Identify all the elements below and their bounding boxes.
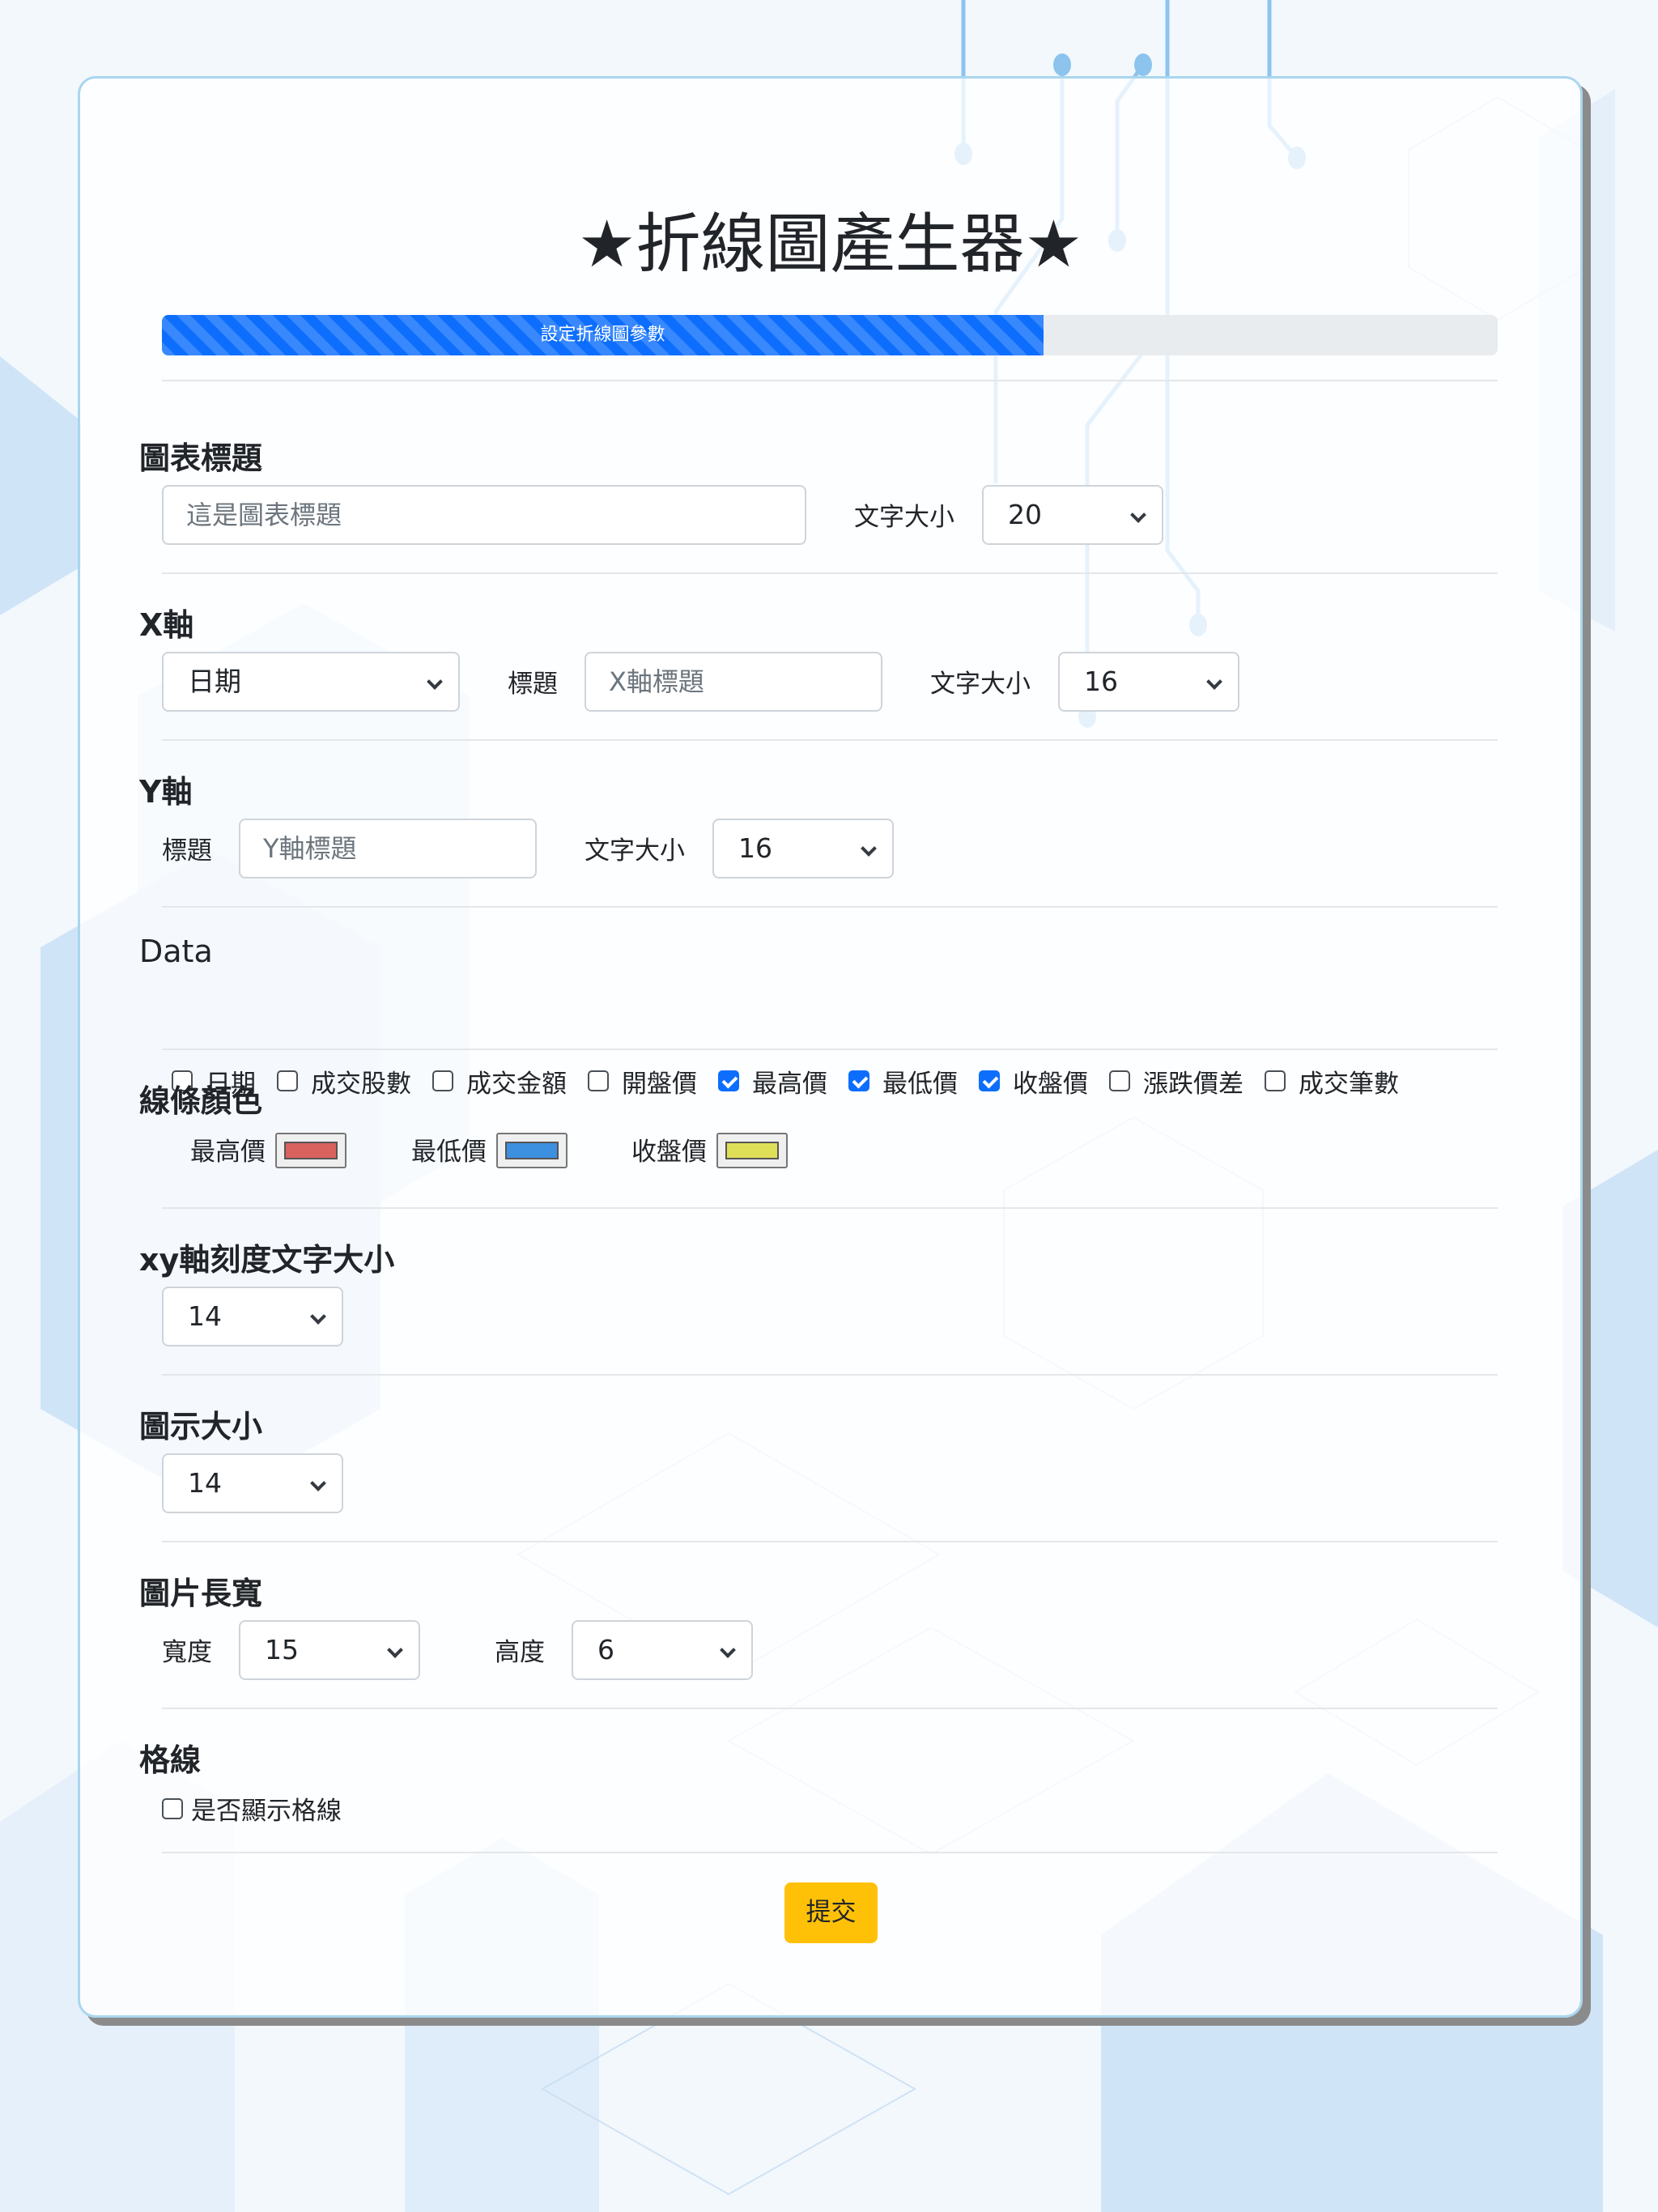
checkbox[interactable] <box>1265 1070 1286 1091</box>
checkbox[interactable] <box>718 1070 739 1091</box>
checkbox-label: 成交股數 <box>311 1069 411 1099</box>
data-option-high[interactable]: 最高價 <box>718 1063 827 1100</box>
color-high-label: 最高價 <box>190 1138 266 1167</box>
y-axis-heading: Y軸 <box>139 774 193 810</box>
divider <box>162 739 1498 741</box>
legend-size-heading: 圖示大小 <box>139 1409 263 1444</box>
checkbox-label: 最低價 <box>882 1069 958 1099</box>
checkbox[interactable] <box>162 1797 183 1819</box>
x-axis-heading: X軸 <box>139 607 194 643</box>
grid-toggle[interactable]: 是否顯示格線 <box>162 1790 342 1827</box>
x-axis-title-label: 標題 <box>508 670 558 699</box>
color-low-picker[interactable] <box>496 1133 568 1168</box>
line-colors-heading: 線條顏色 <box>139 1083 263 1119</box>
image-width-value: 15 <box>265 1634 299 1665</box>
color-close-label: 收盤價 <box>631 1138 707 1167</box>
image-width-label: 寬度 <box>162 1638 212 1667</box>
legend-size-value: 14 <box>188 1467 222 1499</box>
chart-title-font-size-select[interactable]: 20 <box>982 485 1163 545</box>
checkbox-label: 漲跌價差 <box>1143 1069 1244 1099</box>
data-option-change[interactable]: 漲跌價差 <box>1109 1063 1244 1100</box>
checkbox-label: 開盤價 <box>622 1069 697 1099</box>
legend-size-select[interactable]: 14 <box>162 1453 343 1513</box>
data-option-amount[interactable]: 成交金額 <box>432 1063 567 1100</box>
divider <box>162 380 1498 381</box>
divider <box>162 1852 1498 1853</box>
x-axis-column-select[interactable]: 日期 <box>162 652 460 712</box>
checkbox-label: 成交金額 <box>466 1069 567 1099</box>
y-axis-font-size-label: 文字大小 <box>585 836 685 866</box>
tick-font-size-select[interactable]: 14 <box>162 1287 343 1346</box>
progress-fill: 設定折線圖參數 <box>162 315 1044 355</box>
tick-font-size-value: 14 <box>188 1300 222 1332</box>
data-option-transactions[interactable]: 成交筆數 <box>1265 1063 1399 1100</box>
divider <box>162 1374 1498 1376</box>
x-axis-title-input[interactable]: X軸標題 <box>585 652 882 712</box>
image-height-select[interactable]: 6 <box>572 1620 753 1680</box>
y-axis-title-input[interactable]: Y軸標題 <box>239 819 537 878</box>
image-height-value: 6 <box>597 1634 614 1665</box>
checkbox[interactable] <box>588 1070 609 1091</box>
image-width-select[interactable]: 15 <box>239 1620 420 1680</box>
chevron-down-icon <box>387 1642 403 1658</box>
chevron-down-icon <box>861 840 877 857</box>
x-axis-column-value: 日期 <box>188 666 241 697</box>
tick-font-heading: xy軸刻度文字大小 <box>139 1242 395 1278</box>
chevron-down-icon <box>427 674 443 690</box>
divider <box>162 572 1498 574</box>
form-card: ★折線圖產生器★ 設定折線圖參數 圖表標題 這是圖表標題 文字大小 20 X軸 … <box>78 76 1583 2018</box>
color-high-picker[interactable] <box>275 1133 346 1168</box>
data-checkbox-group: 日期 成交股數 成交金額 開盤價 最高價 最低價 收盤價 漲跌價差 成交筆數 <box>172 1063 1420 1099</box>
checkbox-label: 收盤價 <box>1013 1069 1088 1099</box>
x-axis-font-size-value: 16 <box>1084 666 1118 697</box>
divider <box>162 1207 1498 1209</box>
y-axis-title-label: 標題 <box>162 836 212 866</box>
chevron-down-icon <box>720 1642 736 1658</box>
divider <box>162 1541 1498 1542</box>
checkbox[interactable] <box>432 1070 453 1091</box>
image-size-heading: 圖片長寬 <box>139 1576 263 1611</box>
grid-toggle-label: 是否顯示格線 <box>191 1797 342 1826</box>
x-axis-font-size-select[interactable]: 16 <box>1058 652 1239 712</box>
chevron-down-icon <box>1206 674 1222 690</box>
color-swatch <box>725 1142 779 1159</box>
checkbox-label: 最高價 <box>752 1069 827 1099</box>
data-option-volume[interactable]: 成交股數 <box>277 1063 411 1100</box>
data-option-close[interactable]: 收盤價 <box>979 1063 1088 1100</box>
data-heading: Data <box>139 934 213 969</box>
chevron-down-icon <box>310 1308 326 1325</box>
x-axis-font-size-label: 文字大小 <box>930 670 1031 699</box>
y-axis-font-size-value: 16 <box>738 832 772 864</box>
page-title: ★折線圖產生器★ <box>577 206 1083 282</box>
checkbox-label: 成交筆數 <box>1299 1069 1399 1099</box>
color-swatch <box>505 1142 559 1159</box>
chart-title-input[interactable]: 這是圖表標題 <box>162 485 806 545</box>
checkbox[interactable] <box>1109 1070 1130 1091</box>
color-low-label: 最低價 <box>411 1138 487 1167</box>
checkbox[interactable] <box>277 1070 298 1091</box>
chart-title-font-size-label: 文字大小 <box>854 503 954 532</box>
grid-heading: 格線 <box>139 1742 202 1778</box>
data-option-open[interactable]: 開盤價 <box>588 1063 697 1100</box>
chart-title-heading: 圖表標題 <box>139 440 263 476</box>
checkbox[interactable] <box>979 1070 1000 1091</box>
chevron-down-icon <box>1130 507 1146 523</box>
color-swatch <box>284 1142 338 1159</box>
image-height-label: 高度 <box>495 1638 545 1667</box>
progress-bar: 設定折線圖參數 <box>162 315 1498 355</box>
submit-button[interactable]: 提交 <box>784 1882 878 1943</box>
data-option-low[interactable]: 最低價 <box>848 1063 958 1100</box>
color-close-picker[interactable] <box>716 1133 788 1168</box>
chevron-down-icon <box>310 1475 326 1491</box>
divider <box>162 906 1498 908</box>
checkbox[interactable] <box>848 1070 869 1091</box>
divider <box>162 1708 1498 1709</box>
chart-title-font-size-value: 20 <box>1008 499 1042 530</box>
divider <box>162 1049 1498 1050</box>
y-axis-font-size-select[interactable]: 16 <box>712 819 894 878</box>
